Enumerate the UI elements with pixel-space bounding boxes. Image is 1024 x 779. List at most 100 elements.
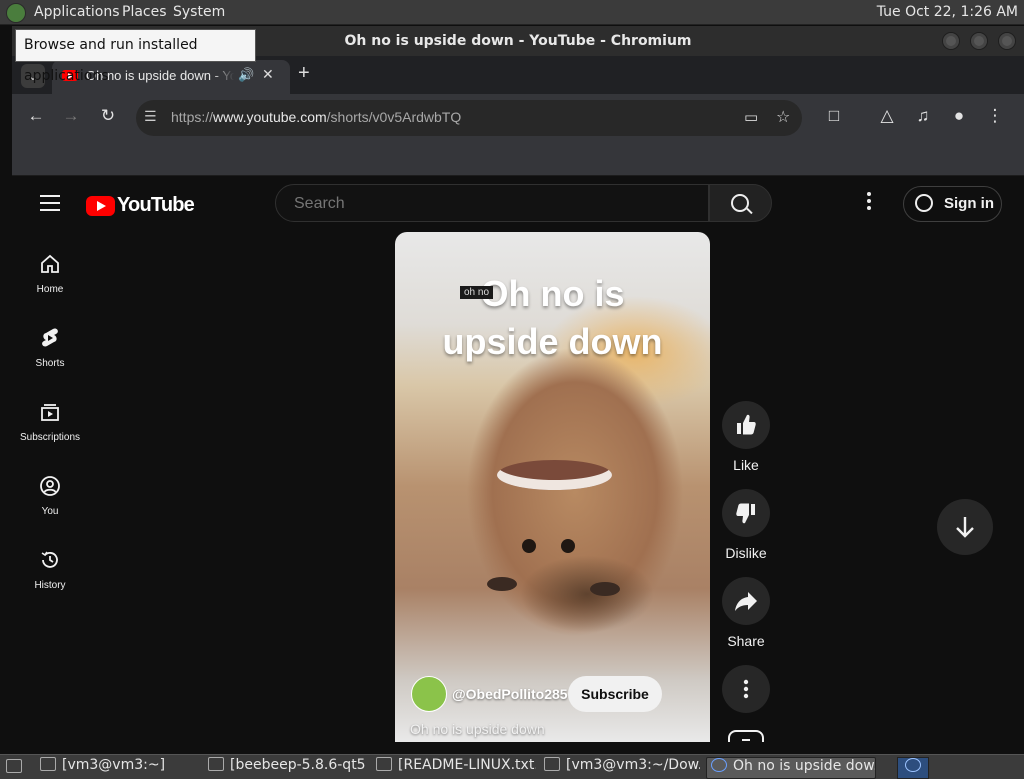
menu-applications[interactable]: Applications [34, 4, 120, 20]
share-label: Share [727, 633, 765, 649]
text-file-icon [376, 757, 392, 771]
history-icon [41, 551, 58, 568]
guide-menu-icon[interactable] [40, 195, 60, 211]
video-face-nostril [561, 539, 575, 553]
taskbar-item-label: [vm3@vm3:~/Dow... [566, 757, 700, 773]
sidebar-label: Shorts [35, 358, 65, 369]
sidebar-item-you[interactable]: You [12, 474, 88, 517]
taskbar-item-terminal-2[interactable]: [vm3@vm3:~/Dow... [540, 757, 700, 777]
minimize-button[interactable] [942, 32, 960, 50]
thumbs-down-icon [736, 503, 755, 524]
audio-playing-icon[interactable]: 🔊 [238, 67, 254, 83]
menu-places[interactable]: Places [122, 4, 167, 20]
labs-flask-icon[interactable]: △ [876, 106, 898, 126]
more-actions-circle [722, 665, 770, 713]
terminal-icon [40, 757, 56, 771]
tab-close-icon[interactable]: ✕ [262, 66, 274, 83]
like-label: Like [733, 457, 759, 473]
search-icon [731, 194, 749, 212]
sound-attribution-thumbnail [728, 730, 764, 742]
menu-system[interactable]: System [173, 4, 225, 20]
site-info-icon[interactable]: ☰ [144, 108, 166, 125]
sign-in-label: Sign in [944, 195, 994, 212]
url-scheme: https:// [171, 109, 214, 125]
taskbar-item-label: Oh no is upside dow... [733, 758, 876, 774]
vertical-dots-icon [743, 679, 749, 699]
new-tab-button[interactable]: + [298, 63, 310, 83]
applications-logo-icon[interactable] [6, 3, 26, 23]
video-title[interactable]: Oh no is upside down [410, 721, 545, 737]
sidebar-item-shorts[interactable]: Shorts [12, 326, 88, 369]
chrome-menu-icon[interactable]: ⋮ [984, 106, 1006, 126]
video-overlay-title: Oh no is upside down [395, 270, 710, 366]
taskbar-item-label: [README-LINUX.txt... [398, 757, 536, 773]
url-text[interactable]: https://www.youtube.com/shorts/v0v5Ardwb… [171, 109, 461, 125]
youtube-page: YouTube Sign in Home Shorts Subscription… [12, 176, 1024, 742]
sidebar-item-home[interactable]: Home [12, 252, 88, 295]
bookmark-star-icon[interactable]: ☆ [776, 107, 790, 127]
folder-icon [208, 757, 224, 771]
more-actions-button[interactable] [722, 665, 770, 713]
taskbar-item-text-editor[interactable]: [README-LINUX.txt... [372, 757, 536, 777]
more-options-icon[interactable] [867, 192, 873, 213]
address-bar[interactable]: ☰ https://www.youtube.com/shorts/v0v5Ard… [136, 100, 802, 136]
share-button[interactable]: Share [722, 577, 770, 649]
chromium-workspace-icon [905, 758, 921, 772]
shorts-icon [42, 328, 58, 347]
media-controls-icon[interactable]: ♫ [912, 106, 934, 126]
you-icon [40, 476, 60, 496]
dislike-circle [722, 489, 770, 537]
dislike-button[interactable]: Dislike [722, 489, 770, 561]
search-input[interactable] [292, 194, 696, 214]
profile-icon[interactable]: ● [948, 106, 970, 126]
like-button[interactable]: Like [722, 401, 770, 473]
search-button[interactable] [709, 184, 772, 222]
bookmark-bar [12, 141, 1024, 176]
sidebar-item-history[interactable]: History [12, 548, 88, 591]
install-app-icon[interactable]: ▭ [744, 108, 758, 126]
sidebar-label: History [34, 580, 66, 591]
sign-in-button[interactable]: Sign in [903, 186, 1002, 222]
plus-icon-bar [742, 739, 750, 741]
overlay-title-line: Oh no is [480, 273, 625, 314]
workspace-switcher[interactable] [897, 757, 929, 779]
sidebar-item-subscriptions[interactable]: Subscriptions [12, 400, 88, 443]
like-circle [722, 401, 770, 449]
next-video-button[interactable] [937, 499, 993, 555]
taskbar-item-label: [beebeep-5.8.6-qt5... [230, 757, 366, 773]
shorts-video-player[interactable]: Oh no is upside down oh no @ObedPollito2… [395, 232, 710, 742]
home-icon [41, 254, 59, 273]
show-desktop-button[interactable] [4, 757, 24, 777]
panel-clock[interactable]: Tue Oct 22, 1:26 AM [877, 4, 1018, 20]
url-path: /shorts/v0v5ArdwbTQ [326, 109, 462, 125]
video-face-eye [590, 582, 620, 596]
taskbar-item-folder[interactable]: [beebeep-5.8.6-qt5... [204, 757, 366, 777]
share-circle [722, 577, 770, 625]
terminal-icon [544, 757, 560, 771]
system-top-panel: Applications Places System Tue Oct 22, 1… [0, 0, 1024, 25]
subscriptions-icon [41, 404, 59, 421]
taskbar-item-terminal-1[interactable]: [vm3@vm3:~] [36, 757, 196, 777]
url-host: www.youtube.com [213, 109, 327, 125]
taskbar-item-label: [vm3@vm3:~] [62, 757, 166, 773]
back-arrow-icon[interactable]: ← [25, 106, 47, 126]
close-window-button[interactable] [998, 32, 1016, 50]
subscribe-button[interactable]: Subscribe [568, 676, 662, 712]
taskbar-item-chromium[interactable]: Oh no is upside dow... [706, 757, 876, 779]
forward-arrow-icon[interactable]: → [60, 106, 82, 126]
caption-chip: oh no [460, 286, 494, 299]
reload-icon[interactable]: ↻ [97, 106, 119, 126]
desktop-icon [6, 759, 22, 773]
taskbar: [vm3@vm3:~] [beebeep-5.8.6-qt5... [READM… [0, 754, 1024, 779]
channel-avatar[interactable] [411, 676, 447, 712]
chromium-icon [711, 758, 727, 772]
share-arrow-icon [735, 592, 757, 611]
search-box[interactable] [275, 184, 709, 222]
maximize-button[interactable] [970, 32, 988, 50]
channel-name-link[interactable]: @ObedPollito285 [452, 686, 568, 702]
extensions-icon[interactable]: □ [823, 106, 845, 126]
sidebar-label: Home [36, 284, 64, 295]
dislike-label: Dislike [725, 545, 767, 561]
sound-attribution-button[interactable] [722, 730, 770, 742]
browser-toolbar: ← → ↻ ☰ https://www.youtube.com/shorts/v… [12, 94, 1024, 141]
